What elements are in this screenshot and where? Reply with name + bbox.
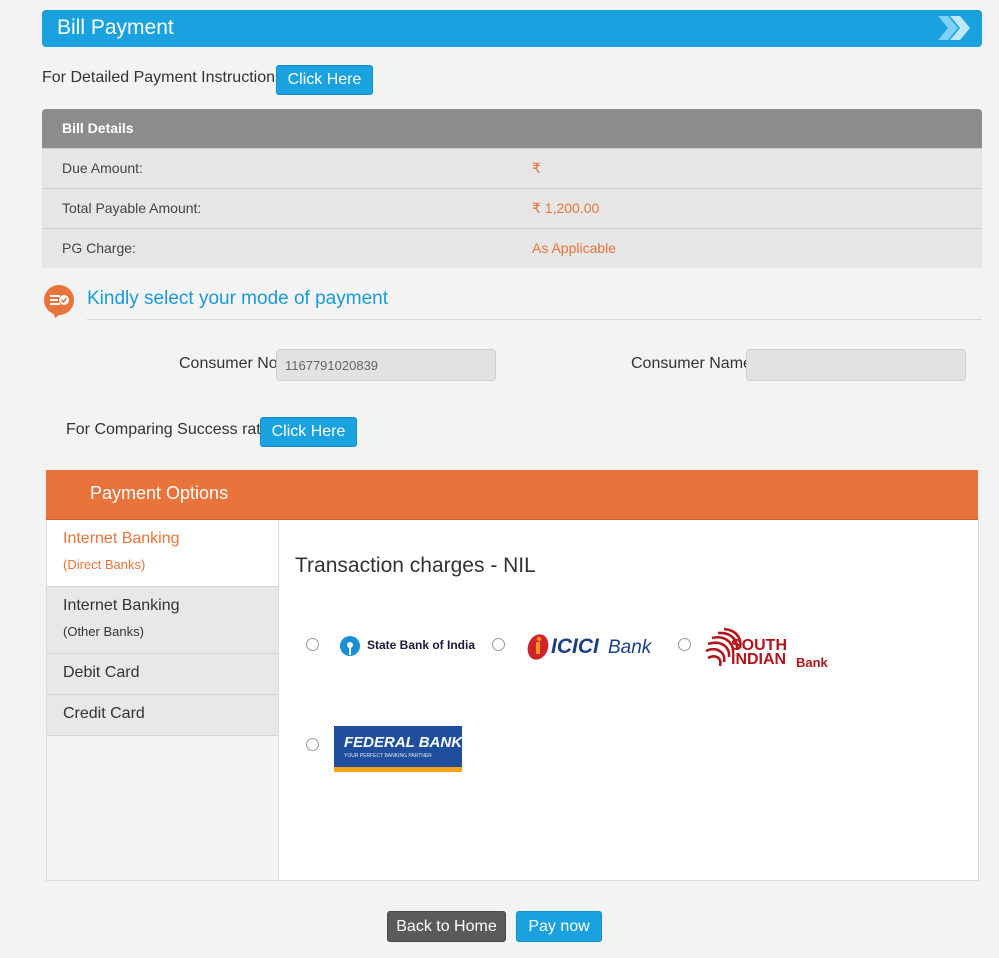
tab-internet-banking-direct[interactable]: Internet Banking (Direct Banks) bbox=[47, 520, 278, 587]
federal-bank-stripe bbox=[334, 767, 462, 772]
tab-internet-banking-other[interactable]: Internet Banking (Other Banks) bbox=[47, 587, 278, 654]
south-indian-logo[interactable]: SOUTH INDIAN Bank bbox=[704, 624, 834, 672]
bill-row-total-payable: Total Payable Amount: ₹ 1,200.00 bbox=[42, 188, 982, 229]
payment-options-panel: Internet Banking (Direct Banks) Internet… bbox=[46, 520, 979, 881]
south-indian-bank-text: Bank bbox=[796, 655, 828, 670]
bill-row-value: ₹ 1,200.00 bbox=[532, 200, 600, 216]
sbi-radio[interactable] bbox=[306, 638, 319, 651]
icici-emblem-icon bbox=[527, 634, 549, 660]
bill-row-label: Total Payable Amount: bbox=[62, 200, 202, 216]
icici-logo-bank-text: Bank bbox=[608, 637, 652, 658]
icici-logo-text: ICICI bbox=[551, 635, 599, 658]
bill-row-label: Due Amount: bbox=[62, 160, 143, 176]
consumer-no-label: Consumer No: bbox=[179, 355, 283, 372]
double-chevron-right-icon bbox=[938, 16, 970, 40]
tab-label: Credit Card bbox=[63, 705, 145, 722]
bill-row-label: PG Charge: bbox=[62, 240, 136, 256]
tab-credit-card[interactable]: Credit Card bbox=[47, 695, 278, 736]
heading-divider bbox=[87, 319, 982, 320]
bill-row-due-amount: Due Amount: ₹ bbox=[42, 148, 982, 189]
tab-debit-card[interactable]: Debit Card bbox=[47, 654, 278, 695]
back-to-home-button[interactable]: Back to Home bbox=[387, 911, 506, 942]
mode-of-payment-heading: Kindly select your mode of payment bbox=[87, 288, 388, 309]
federal-bank-radio[interactable] bbox=[306, 738, 319, 751]
bill-details-title: Bill Details bbox=[62, 120, 134, 136]
bill-row-value: As Applicable bbox=[532, 240, 617, 256]
south-indian-radio[interactable] bbox=[678, 638, 691, 651]
sbi-logo-text: State Bank of India bbox=[367, 638, 476, 652]
tab-label: Internet Banking bbox=[63, 530, 180, 547]
payment-options-title: Payment Options bbox=[90, 483, 229, 503]
federal-bank-logo-text: FEDERAL BANK bbox=[344, 734, 463, 751]
indian-logo-text: INDIAN bbox=[731, 651, 787, 668]
tab-label: Debit Card bbox=[63, 664, 140, 681]
page-header-bar: Bill Payment bbox=[42, 10, 982, 47]
tab-label: Internet Banking bbox=[63, 597, 180, 614]
consumer-name-input[interactable] bbox=[746, 349, 966, 381]
instructions-click-here-button[interactable]: Click Here bbox=[276, 65, 373, 95]
payment-chat-icon bbox=[44, 285, 74, 318]
compare-success-label: For Comparing Success rate bbox=[66, 421, 270, 438]
payment-options-header: Payment Options bbox=[46, 470, 978, 520]
sbi-emblem-icon bbox=[340, 636, 360, 656]
icici-radio[interactable] bbox=[492, 638, 505, 651]
compare-click-here-button[interactable]: Click Here bbox=[260, 417, 357, 447]
transaction-charges-text: Transaction charges - NIL bbox=[295, 554, 536, 577]
bill-row-value: ₹ bbox=[532, 160, 541, 176]
bill-row-pg-charge: PG Charge: As Applicable bbox=[42, 228, 982, 268]
tab-sublabel: (Direct Banks) bbox=[63, 557, 146, 572]
payment-options-sidebar: Internet Banking (Direct Banks) Internet… bbox=[47, 520, 279, 880]
sbi-logo[interactable]: State Bank of India bbox=[337, 633, 487, 661]
consumer-name-label: Consumer Name: bbox=[631, 355, 757, 372]
tab-sublabel: (Other Banks) bbox=[63, 624, 144, 639]
consumer-no-input[interactable]: 1167791020839 bbox=[276, 349, 496, 381]
icici-logo[interactable]: ICICI Bank bbox=[525, 630, 665, 666]
instructions-label: For Detailed Payment Instructions bbox=[42, 69, 283, 86]
page-title: Bill Payment bbox=[57, 16, 174, 39]
federal-bank-logo[interactable]: FEDERAL BANK YOUR PERFECT BANKING PARTNE… bbox=[334, 726, 462, 772]
bill-details-header: Bill Details bbox=[42, 109, 982, 148]
bill-details-table: Bill Details Due Amount: ₹ Total Payable… bbox=[42, 109, 982, 268]
federal-bank-tagline: YOUR PERFECT BANKING PARTNER bbox=[344, 753, 432, 759]
pay-now-button[interactable]: Pay now bbox=[516, 911, 602, 942]
